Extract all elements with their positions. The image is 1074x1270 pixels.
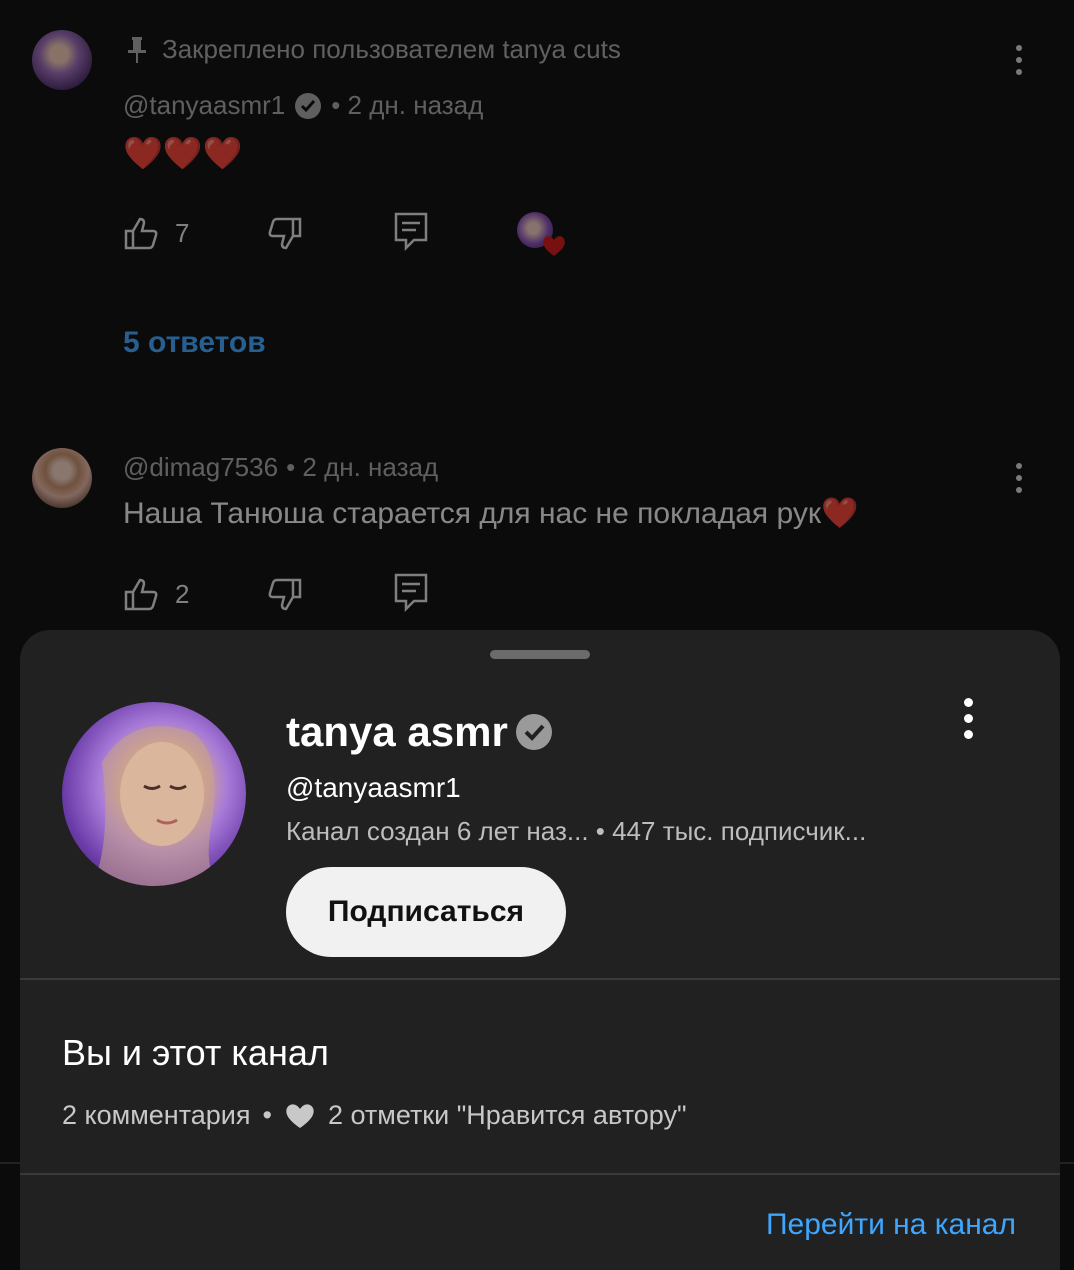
pinned-text: Закреплено пользователем tanya cuts <box>162 34 621 64</box>
drag-handle[interactable] <box>490 650 590 659</box>
pin-icon <box>128 36 146 63</box>
avatar[interactable] <box>32 30 92 90</box>
channel-info: Канал создан 6 лет наз... • 447 тыс. под… <box>286 816 867 846</box>
go-to-channel-link[interactable]: Перейти на канал <box>766 1208 1016 1242</box>
comment-header: @dimag7536 • 2 дн. назад <box>123 452 438 483</box>
comment-author[interactable]: @dimag7536 <box>123 452 278 483</box>
comment-author[interactable]: @tanyaasmr1 <box>123 90 285 121</box>
comment-header: @tanyaasmr1 • 2 дн. назад <box>123 90 483 121</box>
comment-menu-button[interactable] <box>1013 45 1025 75</box>
comment-menu-button[interactable] <box>1013 463 1025 493</box>
reply-icon[interactable] <box>394 212 428 252</box>
channel-bottom-sheet: tanya asmr @tanyaasmr1 Канал создан 6 ле… <box>20 630 1060 1270</box>
comment-text: Наша Танюша старается для нас не поклада… <box>123 497 859 530</box>
like-icon[interactable] <box>123 576 161 612</box>
like-group[interactable]: 2 <box>123 576 189 612</box>
channel-avatar[interactable] <box>62 702 246 886</box>
like-icon[interactable] <box>123 215 161 251</box>
like-count: 7 <box>175 217 190 248</box>
channel-name: tanya asmr <box>286 708 554 756</box>
channel-handle: @tanyaasmr1 <box>286 772 461 803</box>
section-title: Вы и этот канал <box>62 1032 329 1073</box>
verified-icon <box>295 92 322 119</box>
channel-name-text: tanya asmr <box>286 708 508 755</box>
subscribe-button[interactable]: Подписаться <box>286 867 566 957</box>
pinned-label: Закреплено пользователем tanya cuts <box>124 34 621 65</box>
dislike-icon[interactable] <box>265 577 303 613</box>
likes-stat: 2 отметки "Нравится автору" <box>327 1100 687 1130</box>
reply-icon[interactable] <box>394 573 428 613</box>
avatar-portrait <box>92 726 222 886</box>
comment-time: • 2 дн. назад <box>331 90 484 120</box>
heart-icon <box>286 1103 314 1128</box>
dislike-icon[interactable] <box>265 216 303 252</box>
like-group[interactable]: 7 <box>123 215 189 251</box>
replies-button[interactable]: 5 ответов <box>123 326 266 360</box>
avatar[interactable] <box>32 448 92 508</box>
comment-time: • 2 дн. назад <box>286 452 439 482</box>
divider <box>20 978 1060 980</box>
comment-text: ❤️❤️❤️ <box>123 135 243 171</box>
channel-stats: 2 комментария • 2 отметки "Нравится авто… <box>62 1100 687 1131</box>
bullet: • <box>262 1100 272 1130</box>
verified-icon <box>515 714 552 750</box>
heart-icon <box>543 236 565 256</box>
like-count: 2 <box>175 578 190 609</box>
sheet-menu-button[interactable] <box>962 698 974 739</box>
divider <box>20 1173 1060 1175</box>
comments-stat: 2 комментария <box>62 1100 251 1130</box>
